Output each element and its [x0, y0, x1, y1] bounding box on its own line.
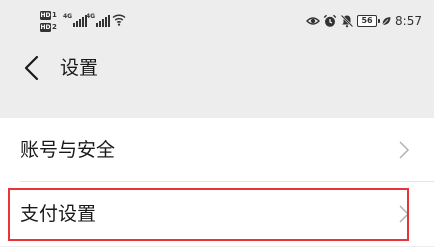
status-right: 56 8:57	[306, 13, 422, 29]
alarm-icon	[323, 14, 337, 27]
signal-strength-1: 4G	[63, 13, 88, 27]
hd-badge: HD	[40, 11, 51, 20]
eye-icon	[306, 17, 321, 25]
sim2-indicator: HD 2	[40, 22, 57, 33]
chevron-right-icon	[399, 205, 410, 223]
signal-strength-2: 4G	[86, 13, 111, 27]
battery-level: 56	[361, 16, 373, 25]
sim1-indicator: HD 1	[40, 10, 57, 21]
navigation-bar: 设置	[0, 40, 434, 96]
mute-icon	[340, 14, 354, 28]
network-generation-label: 4G	[86, 13, 96, 20]
leaf-icon	[382, 17, 391, 26]
signal-bar	[96, 23, 99, 27]
wifi-icon	[112, 14, 126, 26]
settings-item-label: 支付设置	[20, 203, 97, 225]
signal-bar	[108, 15, 111, 27]
status-bar: HD 1 HD 2 4G 4G 56 8:57	[0, 0, 434, 40]
signal-bar	[102, 19, 105, 27]
signal-bar	[99, 21, 102, 27]
settings-list: 账号与安全 支付设置	[0, 118, 434, 246]
signal-bar	[73, 23, 76, 27]
signal-bar	[105, 17, 108, 27]
signal-bar	[76, 21, 79, 27]
page-title: 设置	[60, 57, 99, 79]
sim-number: 1	[52, 11, 57, 19]
settings-item-label: 账号与安全	[20, 139, 116, 161]
battery-icon: 56	[357, 15, 380, 27]
chevron-right-icon	[399, 141, 410, 159]
settings-item-payment-settings[interactable]: 支付设置	[0, 182, 434, 246]
hd-badge: HD	[40, 23, 51, 32]
settings-screen: HD 1 HD 2 4G 4G 56 8:57 设置 账号与安全 支付设置	[0, 0, 434, 247]
clock: 8:57	[395, 14, 422, 28]
network-generation-label: 4G	[63, 13, 73, 20]
signal-bar	[79, 19, 82, 27]
signal-bar	[82, 17, 85, 27]
chevron-left-icon[interactable]	[22, 55, 42, 81]
settings-item-account-security[interactable]: 账号与安全	[0, 118, 434, 182]
sim-number: 2	[52, 23, 57, 31]
